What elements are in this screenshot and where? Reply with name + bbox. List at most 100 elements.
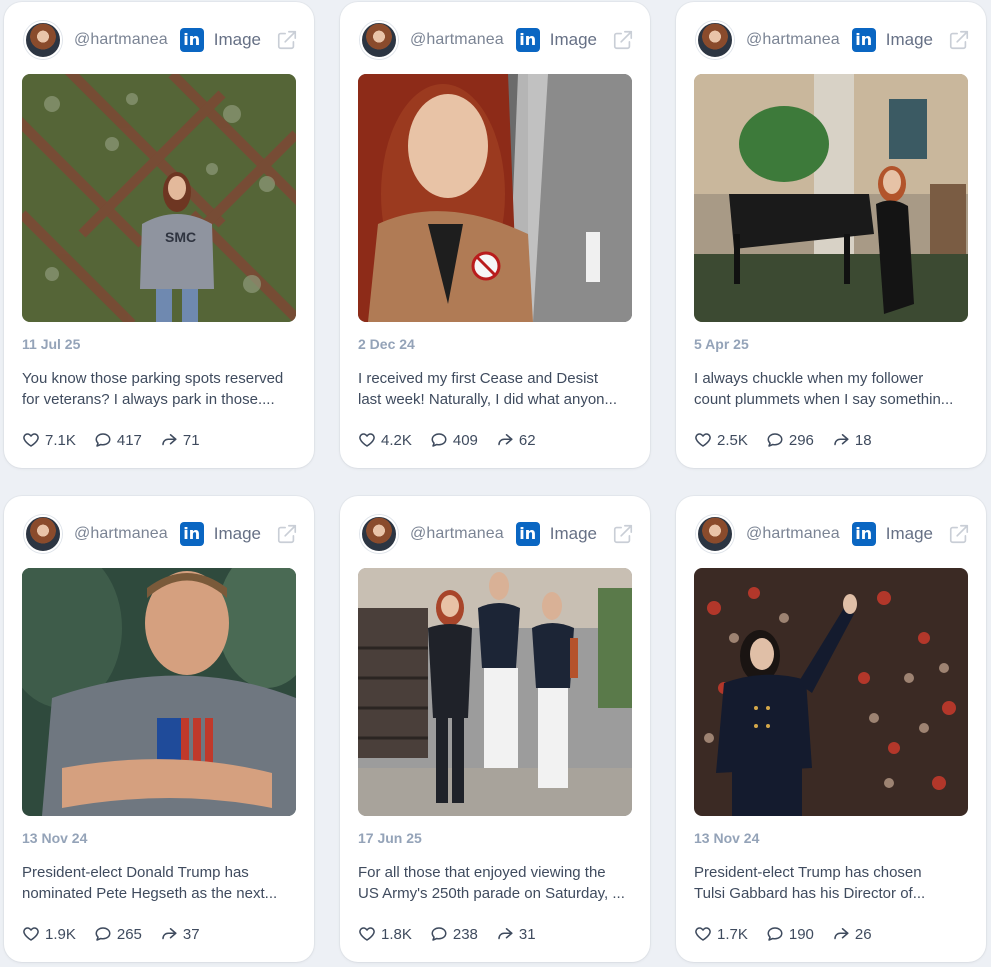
post-card[interactable]: @hartmanea in Image [4,2,314,468]
post-card[interactable]: @hartmanea in Image [4,496,314,962]
author-handle[interactable]: @hartmanea [74,31,168,49]
likes-count: 7.1K [45,431,76,449]
shares-count: 31 [518,925,536,943]
heart-icon [359,433,375,447]
post-date: 11 Jul 25 [22,336,81,352]
comments-stat: 190 [766,925,814,943]
author-handle[interactable]: @hartmanea [746,31,840,49]
engagement-stats: 2.5K 296 18 [694,428,968,452]
comments-count: 296 [788,431,814,449]
caption-line: President-elect Donald Trump has [22,864,249,881]
likes-count: 1.7K [717,925,748,943]
caption-line: nominated Pete Hegseth as the next... [22,885,278,902]
post-caption[interactable]: I received my first Cease and Desist las… [358,368,636,410]
author-handle[interactable]: @hartmanea [74,525,168,543]
post-caption[interactable]: President-elect Donald Trump has nominat… [22,862,300,904]
comments-stat: 409 [430,431,478,449]
comment-icon [95,927,111,941]
shares-count: 18 [854,431,872,449]
share-icon [162,434,177,446]
post-date: 2 Dec 24 [358,336,415,352]
author-handle[interactable]: @hartmanea [746,525,840,543]
post-card[interactable]: @hartmanea in Image 2 Dec 24 I received … [340,2,650,468]
post-date: 5 Apr 25 [694,336,749,352]
avatar[interactable] [696,515,734,553]
linkedin-icon: in [515,28,540,52]
external-link-icon[interactable] [612,29,634,51]
external-link-icon[interactable] [276,29,298,51]
post-card[interactable]: @hartmanea in Image [676,496,986,962]
heart-icon [23,433,39,447]
avatar[interactable] [360,21,398,59]
comments-stat: 265 [94,925,142,943]
heart-icon [695,433,711,447]
post-image[interactable] [694,568,968,816]
card-header: @hartmanea in Image [360,21,634,59]
post-image[interactable] [358,74,632,322]
comment-icon [767,927,783,941]
comments-count: 265 [116,925,142,943]
shares-count: 71 [182,431,200,449]
likes-count: 1.8K [381,925,412,943]
likes-count: 1.9K [45,925,76,943]
comment-icon [767,433,783,447]
card-header: @hartmanea in Image [24,515,298,553]
post-caption[interactable]: You know those parking spots reserved fo… [22,368,300,410]
likes-stat: 1.8K [358,925,412,943]
avatar[interactable] [24,21,62,59]
shares-stat: 18 [832,431,872,449]
external-link-icon[interactable] [948,29,970,51]
content-type-label: Image [213,524,261,543]
likes-stat: 4.2K [358,431,412,449]
post-caption[interactable]: For all those that enjoyed viewing the U… [358,862,636,904]
post-caption[interactable]: I always chuckle when my follower count … [694,368,972,410]
avatar[interactable] [696,21,734,59]
avatar[interactable] [360,515,398,553]
content-type-label: Image [885,524,933,543]
content-type-label: Image [549,524,597,543]
shares-stat: 26 [832,925,872,943]
post-card[interactable]: @hartmanea in Image [340,496,650,962]
post-image[interactable] [358,568,632,816]
heart-icon [695,927,711,941]
shares-count: 26 [854,925,872,943]
engagement-stats: 4.2K 409 62 [358,428,632,452]
post-image[interactable] [694,74,968,322]
content-type-label: Image [549,30,597,49]
linkedin-icon: in [851,522,876,546]
comments-count: 190 [788,925,814,943]
post-image[interactable]: SMC [22,74,296,322]
external-link-icon[interactable] [948,523,970,545]
svg-text:SMC: SMC [165,229,196,245]
engagement-stats: 7.1K 417 71 [22,428,296,452]
share-icon [834,928,849,940]
likes-stat: 7.1K [22,431,76,449]
card-header: @hartmanea in Image [696,515,970,553]
card-header: @hartmanea in Image [24,21,298,59]
linkedin-icon: in [851,28,876,52]
post-date: 13 Nov 24 [694,830,760,846]
external-link-icon[interactable] [276,523,298,545]
author-handle[interactable]: @hartmanea [410,525,504,543]
share-icon [162,928,177,940]
likes-stat: 1.9K [22,925,76,943]
caption-line: You know those parking spots reserved [22,370,284,387]
post-card[interactable]: @hartmanea in Image [676,2,986,468]
comment-icon [431,927,447,941]
comments-stat: 296 [766,431,814,449]
linkedin-icon: in [179,28,204,52]
likes-stat: 2.5K [694,431,748,449]
external-link-icon[interactable] [612,523,634,545]
post-caption[interactable]: President-elect Trump has chosen Tulsi G… [694,862,972,904]
engagement-stats: 1.8K 238 31 [358,922,632,946]
comments-count: 238 [452,925,478,943]
shares-stat: 31 [496,925,536,943]
post-image[interactable] [22,568,296,816]
comments-stat: 417 [94,431,142,449]
avatar[interactable] [24,515,62,553]
caption-line: For all those that enjoyed viewing the [358,864,606,881]
post-date: 17 Jun 25 [358,830,422,846]
author-handle[interactable]: @hartmanea [410,31,504,49]
caption-line: I always chuckle when my follower [694,370,924,387]
engagement-stats: 1.9K 265 37 [22,922,296,946]
